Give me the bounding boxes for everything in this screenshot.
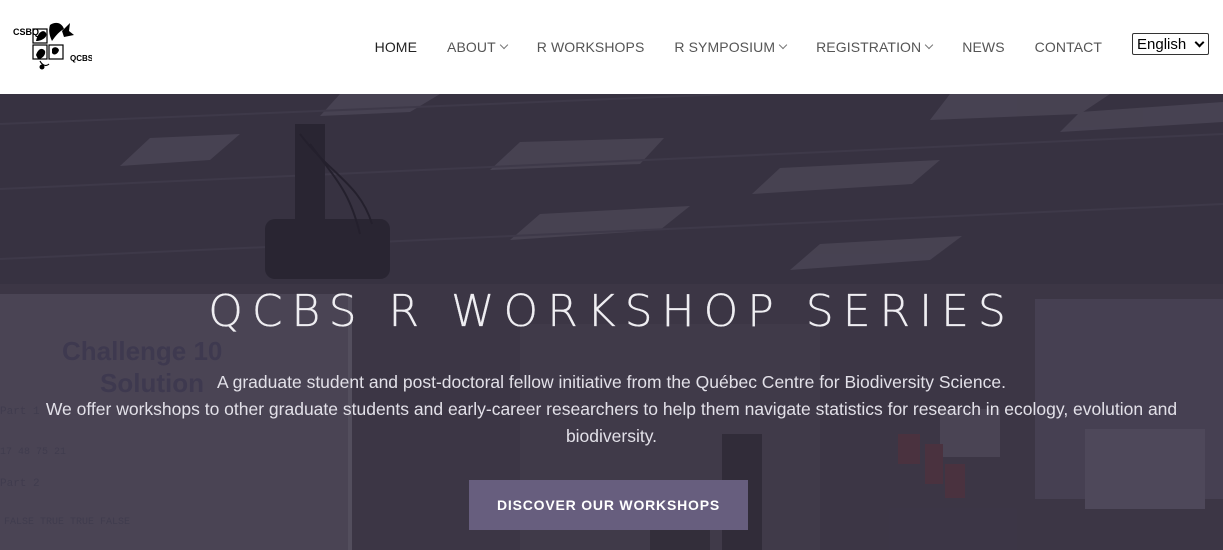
nav-r-workshops-label: R WORKSHOPS [536, 39, 645, 55]
nav-home[interactable]: HOME [375, 39, 417, 55]
hero-tagline: A graduate student and post-doctoral fel… [217, 372, 1006, 392]
chevron-down-icon [778, 40, 788, 50]
logo-text-qcbs: QCBS [70, 54, 92, 63]
nav-about-label: ABOUT [447, 39, 496, 55]
page: CSBQ QCBS HOME ABOUT R WORKSHOPS R SYMPO… [0, 0, 1223, 550]
chevron-down-icon [1194, 37, 1205, 47]
nav-registration-label: REGISTRATION [816, 39, 922, 55]
hero-banner: Challenge 10 Solution Part 1 17 48 75 21… [0, 94, 1223, 550]
nav-contact[interactable]: CONTACT [1035, 39, 1102, 55]
nav-news[interactable]: NEWS [962, 39, 1004, 55]
hero-description: We offer workshops to other graduate stu… [45, 399, 1178, 446]
language-select-value: English [1137, 35, 1187, 53]
chevron-down-icon [925, 40, 934, 50]
site-header: CSBQ QCBS HOME ABOUT R WORKSHOPS R SYMPO… [0, 0, 1223, 94]
nav-about[interactable]: ABOUT [447, 39, 508, 55]
discover-workshops-button[interactable]: DISCOVER OUR WORKSHOPS [469, 480, 748, 530]
nav-r-workshops[interactable]: R WORKSHOPS [537, 39, 645, 55]
nav-registration[interactable]: REGISTRATION [816, 39, 934, 55]
nav-news-label: NEWS [962, 39, 1005, 55]
qcbs-logo[interactable]: CSBQ QCBS [12, 19, 92, 73]
nav-r-symposium[interactable]: R SYMPOSIUM [674, 39, 788, 55]
nav-r-symposium-label: R SYMPOSIUM [674, 39, 776, 55]
language-select[interactable]: English [1132, 33, 1209, 55]
hero-title: QCBS R WORKSHOP SERIES [208, 286, 1015, 337]
nav-contact-label: CONTACT [1034, 39, 1102, 55]
main-nav: HOME ABOUT R WORKSHOPS R SYMPOSIUM REGIS… [345, 0, 1102, 94]
qcbs-logo-icon: CSBQ QCBS [13, 22, 92, 70]
chevron-down-icon [499, 40, 508, 50]
nav-home-label: HOME [374, 39, 418, 55]
